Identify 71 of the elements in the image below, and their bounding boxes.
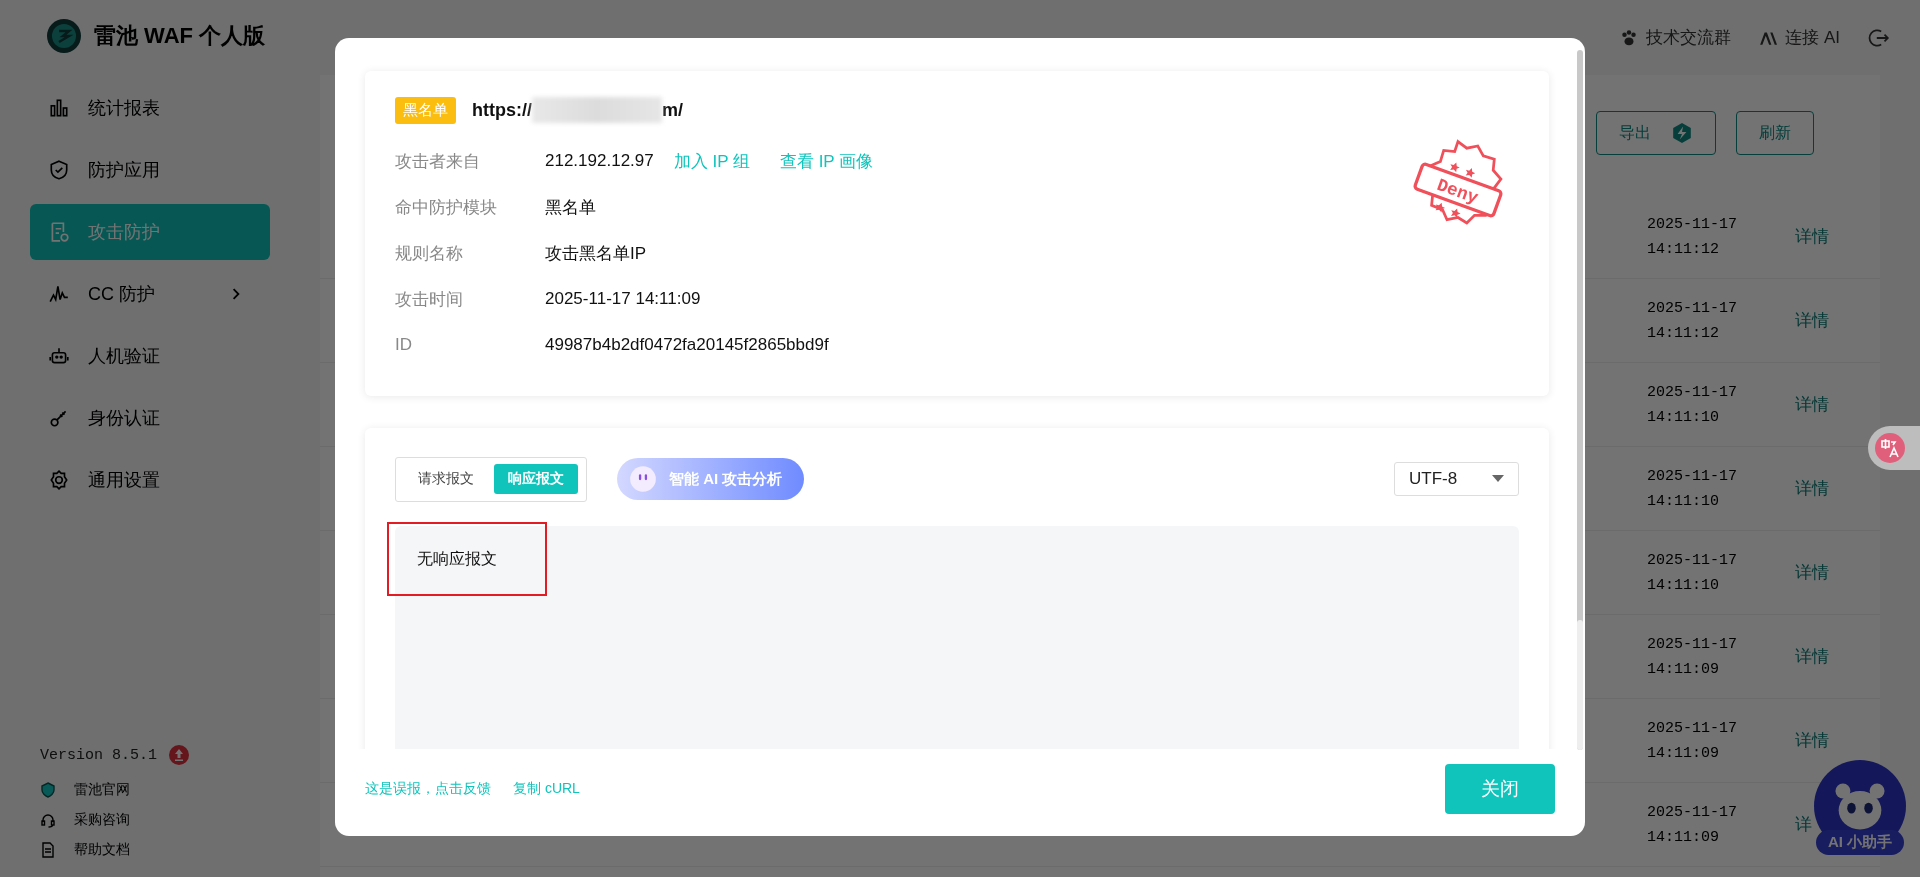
- field-label: ID: [395, 335, 413, 355]
- sidebar-item[interactable]: 人机验证: [30, 328, 270, 384]
- details-link[interactable]: 详情: [1795, 729, 1829, 752]
- message-tab[interactable]: 请求报文: [404, 464, 488, 494]
- sidebar-link[interactable]: 采购咨询: [40, 811, 300, 829]
- message-text: 无响应报文: [417, 548, 497, 569]
- caret-icon: [1492, 475, 1504, 483]
- details-link[interactable]: 详: [1795, 813, 1812, 836]
- sidebar-item[interactable]: CC 防护: [30, 266, 270, 322]
- time-cell-text: 2025-11-17 14:11:12: [1647, 298, 1738, 344]
- update-icon[interactable]: [169, 745, 190, 765]
- field-value: 攻击黑名单IP: [545, 242, 647, 265]
- time-cell-text: 2025-11-17 14:11:10: [1647, 550, 1738, 596]
- sidebar-item[interactable]: 通用设置: [30, 452, 270, 508]
- details-link[interactable]: 详情: [1795, 477, 1829, 500]
- sidebar-item[interactable]: 统计报表: [30, 80, 270, 136]
- close-button[interactable]: 关闭: [1445, 763, 1555, 814]
- field-label: 攻击者来自: [395, 150, 481, 173]
- field-label: 命中防护模块: [395, 196, 498, 219]
- footer-link[interactable]: 这是误报，点击反馈: [365, 779, 491, 798]
- product-name: 雷池 WAF 个人版: [94, 22, 266, 50]
- shield-icon: [40, 782, 56, 798]
- field-value: 2025-11-17 14:11:09: [545, 289, 701, 309]
- details-link[interactable]: 详情: [1795, 645, 1829, 668]
- version-label: Version 8.5.1: [40, 746, 158, 764]
- time-cell-text: 2025-11-17 14:11:09: [1647, 802, 1738, 848]
- time-cell-text: 2025-11-17 14:11:10: [1647, 466, 1738, 512]
- details-link[interactable]: 详情: [1795, 561, 1829, 584]
- time-cell-text: 2025-11-17 14:11:09: [1647, 718, 1738, 764]
- chart-icon: [48, 97, 70, 119]
- time-cell-text: 2025-11-17 14:11:09: [1647, 634, 1738, 680]
- message-tab[interactable]: 响应报文: [494, 464, 578, 494]
- translate-button[interactable]: [1868, 426, 1920, 470]
- field-label: 攻击时间: [395, 288, 464, 311]
- ai-analysis-button[interactable]: 智能 AI 攻击分析: [617, 458, 805, 500]
- sidebar-item[interactable]: 攻击防护: [30, 204, 270, 260]
- robot-face-icon: [629, 465, 657, 493]
- encoding-select[interactable]: UTF-8: [1394, 462, 1519, 496]
- details-link[interactable]: 详情: [1795, 225, 1829, 248]
- details-link[interactable]: 详情: [1795, 309, 1829, 332]
- pulse-icon: [48, 283, 70, 305]
- url-text: m/: [662, 99, 683, 121]
- connect-ai-link[interactable]: 连接 AI: [1759, 26, 1840, 49]
- community-link[interactable]: 技术交流群: [1620, 26, 1732, 49]
- blacklist-tag: 黑名单: [395, 96, 456, 124]
- sidebar-link[interactable]: 雷池官网: [40, 781, 300, 799]
- footer-link[interactable]: 复制 cURL: [513, 779, 580, 798]
- toolbar-button[interactable]: 刷新: [1736, 111, 1814, 155]
- shield-icon: [48, 159, 70, 181]
- lightning-icon: [1671, 122, 1693, 144]
- time-cell-text: 2025-11-17 14:11:10: [1647, 382, 1738, 428]
- details-link[interactable]: 详情: [1795, 393, 1829, 416]
- url-text: https://: [472, 99, 532, 121]
- paw-icon: [1620, 28, 1639, 47]
- sidebar-item[interactable]: 身份认证: [30, 390, 270, 446]
- field-label: 规则名称: [395, 242, 464, 265]
- field-value: 212.192.12.97: [545, 151, 654, 171]
- file-icon: [40, 842, 56, 858]
- sidebar-link[interactable]: 帮助文档: [40, 841, 300, 859]
- scrollbar[interactable]: [1577, 50, 1583, 750]
- time-cell-text: 2025-11-17 14:11:12: [1647, 214, 1738, 260]
- field-value: 49987b4b2df0472fa20145f2865bbd9f: [545, 335, 829, 355]
- headset-icon: [40, 812, 56, 828]
- logout-icon[interactable]: [1868, 26, 1890, 49]
- field-value: 黑名单: [545, 196, 596, 219]
- toolbar-button[interactable]: 导出: [1596, 111, 1716, 155]
- ip-link[interactable]: 加入 IP 组: [673, 149, 750, 173]
- logo-icon: [46, 18, 82, 54]
- ip-link[interactable]: 查看 IP 画像: [779, 149, 874, 173]
- sidebar-item[interactable]: 防护应用: [30, 142, 270, 198]
- gear-icon: [48, 469, 70, 491]
